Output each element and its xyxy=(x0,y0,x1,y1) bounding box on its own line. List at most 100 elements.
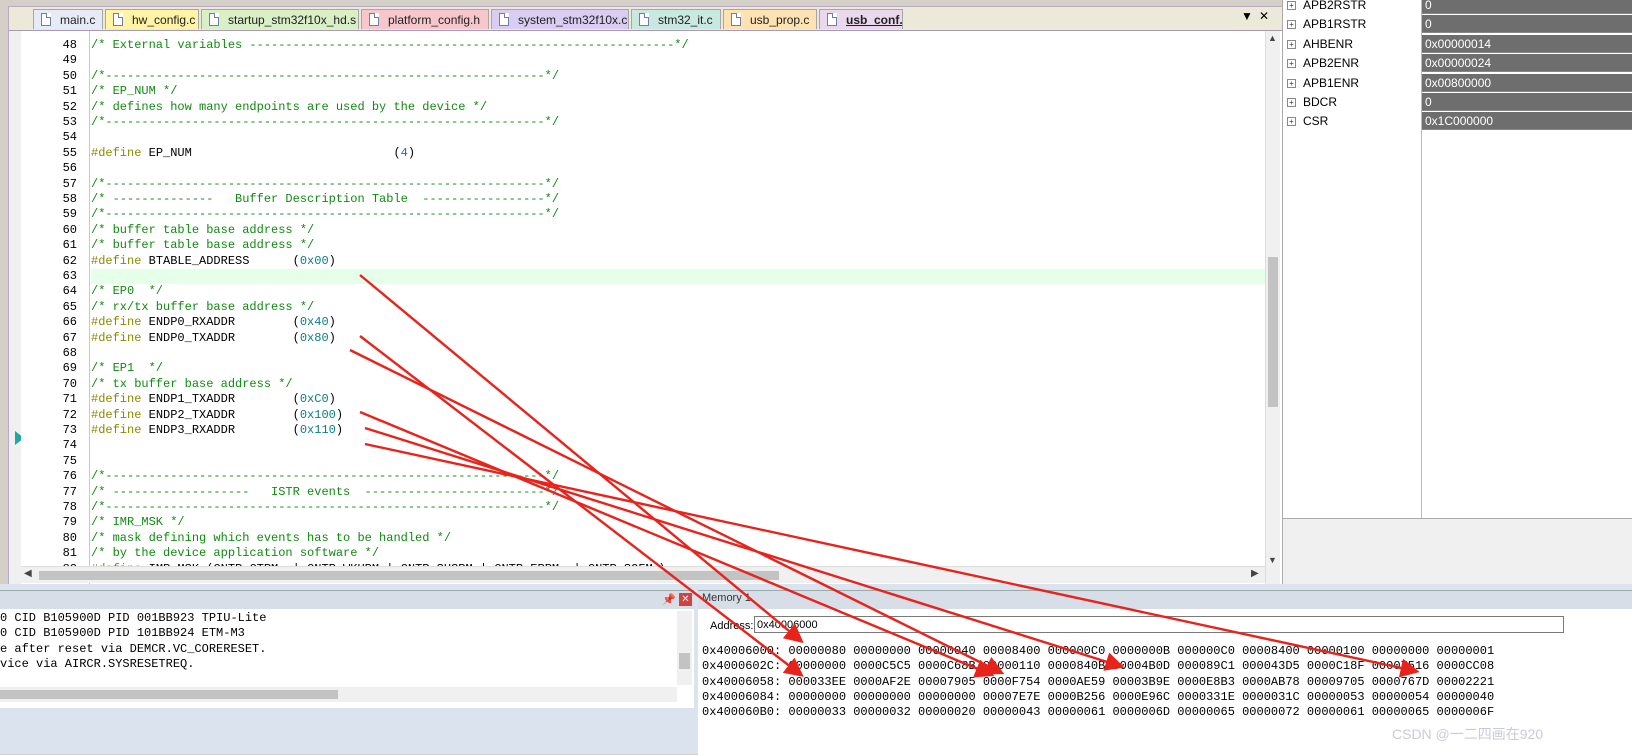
code-line[interactable]: /* rx/tx buffer base address */ xyxy=(91,300,1265,315)
code-line[interactable] xyxy=(91,53,1265,68)
memory-word: 000000C0 xyxy=(1047,644,1106,658)
close-icon[interactable]: ✕ xyxy=(679,593,692,606)
line-number: 58 xyxy=(62,192,77,206)
register-row-ahbenr[interactable]: + AHBENR 0x00000014 xyxy=(1283,34,1632,54)
code-line[interactable]: #define ENDP0_TXADDR (0x80) xyxy=(91,331,1265,346)
tab-system-stm32f10x-c[interactable]: system_stm32f10x.c xyxy=(491,9,629,29)
code-line[interactable]: #define BTABLE_ADDRESS (0x00) xyxy=(91,254,1265,269)
code-line[interactable]: /* -------------- Buffer Description Tab… xyxy=(91,192,1265,207)
memory-row[interactable]: 0x40006058: 000033EE 0000AF2E 00007905 0… xyxy=(702,675,1494,689)
memory-row[interactable]: 0x40006000: 00000080 00000000 00000040 0… xyxy=(702,644,1494,658)
scroll-down-icon[interactable]: ▼ xyxy=(1268,555,1277,565)
register-value[interactable]: 0x00800000 xyxy=(1422,73,1632,92)
code-line[interactable]: /*--------------------------------------… xyxy=(91,500,1265,515)
code-line[interactable]: /* defines how many endpoints are used b… xyxy=(91,100,1265,115)
code-text: ENDP1_TXADDR xyxy=(141,392,293,407)
code-line[interactable]: /* buffer table base address */ xyxy=(91,238,1265,253)
expand-icon[interactable]: + xyxy=(1287,117,1296,127)
editor-hscroll-thumb[interactable] xyxy=(39,571,779,580)
code-line[interactable]: /* EP1 */ xyxy=(91,361,1265,376)
tab-main-c[interactable]: main.c xyxy=(33,9,103,29)
tab-list-dropdown-icon[interactable]: ▼ xyxy=(1241,9,1253,23)
code-line[interactable]: #define ENDP2_TXADDR (0x100) xyxy=(91,408,1265,423)
memory-row[interactable]: 0x40006084: 00000000 00000000 00000000 0… xyxy=(702,690,1494,704)
code-line[interactable] xyxy=(91,438,1265,453)
code-line[interactable] xyxy=(91,269,1265,285)
line-number: 56 xyxy=(62,161,77,176)
code-line[interactable]: /* EP0 */ xyxy=(91,284,1265,299)
memory-word: 00007E7E xyxy=(982,689,1041,704)
register-value[interactable]: 0x1C000000 xyxy=(1422,112,1632,131)
expand-icon[interactable]: + xyxy=(1287,39,1296,49)
memory-row[interactable]: 0x400060B0: 00000033 00000032 00000020 0… xyxy=(702,705,1494,719)
code-line[interactable]: /*--------------------------------------… xyxy=(91,69,1265,84)
expand-icon[interactable]: + xyxy=(1287,59,1296,69)
code-line[interactable]: #define ENDP3_RXADDR (0x110) xyxy=(91,423,1265,438)
code-comment: /*--------------------------------------… xyxy=(91,500,560,514)
pin-icon[interactable]: 📌 xyxy=(662,593,676,606)
register-value[interactable]: 0 xyxy=(1422,15,1632,34)
editor-vertical-scrollbar[interactable]: ▲ ▼ xyxy=(1265,31,1280,591)
code-line[interactable]: /* buffer table base address */ xyxy=(91,223,1265,238)
tab-usb-conf-h[interactable]: usb_conf.h xyxy=(819,9,903,29)
register-value[interactable]: 0 xyxy=(1422,93,1632,111)
address-input[interactable]: 0x40006000 xyxy=(754,616,1564,633)
code-line[interactable]: /*--------------------------------------… xyxy=(91,469,1265,484)
editor-vscroll-thumb[interactable] xyxy=(1268,257,1278,407)
register-row-csr[interactable]: + CSR 0x1C000000 xyxy=(1283,112,1632,131)
line-number: 48 xyxy=(62,38,77,52)
scroll-left-icon[interactable]: ◀ xyxy=(24,568,32,579)
expand-icon[interactable]: + xyxy=(1287,78,1296,88)
memory-word: 000033EE xyxy=(788,674,847,689)
scroll-up-icon[interactable]: ▲ xyxy=(1268,33,1277,43)
tab-usb-prop-c[interactable]: usb_prop.c xyxy=(723,9,817,29)
command-hscroll-thumb[interactable] xyxy=(0,690,338,699)
command-horizontal-scrollbar[interactable] xyxy=(0,687,677,702)
expand-icon[interactable]: + xyxy=(1287,20,1296,30)
code-line[interactable]: /* tx buffer base address */ xyxy=(91,377,1265,392)
code-area[interactable]: /* External variables ------------------… xyxy=(91,31,1265,566)
command-vscroll-thumb[interactable] xyxy=(679,653,690,669)
code-line[interactable] xyxy=(91,130,1265,145)
code-line[interactable]: /*--------------------------------------… xyxy=(91,207,1265,222)
code-line[interactable]: /*--------------------------------------… xyxy=(91,115,1265,130)
tab-hw-config-c[interactable]: hw_config.c xyxy=(105,9,199,29)
tab-startup-stm32f10x-hd-s[interactable]: startup_stm32f10x_hd.s xyxy=(201,9,359,29)
code-line[interactable]: #define ENDP0_RXADDR (0x40) xyxy=(91,315,1265,330)
command-output-line: 0 CID B105900D PID 101BB924 ETM-M3 xyxy=(0,626,245,641)
code-line[interactable]: /* IMR_MSK */ xyxy=(91,515,1265,530)
scroll-right-icon[interactable]: ▶ xyxy=(1251,568,1259,579)
memory-row[interactable]: 0x4000602C: 00000000 0000C5C5 0000C68B 0… xyxy=(702,659,1494,673)
code-line[interactable]: /* by the device application software */ xyxy=(91,546,1265,561)
code-line[interactable]: #define EP_NUM (4) xyxy=(91,146,1265,161)
register-row-apb2enr[interactable]: + APB2ENR 0x00000024 xyxy=(1283,54,1632,73)
close-tab-icon[interactable]: ✕ xyxy=(1259,9,1269,23)
register-value[interactable]: 0 xyxy=(1422,0,1632,14)
register-row-apb2rstr[interactable]: + APB2RSTR 0 xyxy=(1283,0,1632,15)
code-line[interactable] xyxy=(91,161,1265,176)
memory-word: 0000331E xyxy=(1177,689,1235,704)
register-row-apb1rstr[interactable]: + APB1RSTR 0 xyxy=(1283,15,1632,34)
memory-word: 00000100 xyxy=(1306,644,1365,658)
code-comment: /* -------------- Buffer Description Tab… xyxy=(91,192,560,206)
register-value[interactable]: 0x00000024 xyxy=(1422,54,1632,73)
register-row-bdcr[interactable]: + BDCR 0 xyxy=(1283,93,1632,112)
code-line[interactable]: #define ENDP1_TXADDR (0xC0) xyxy=(91,392,1265,407)
tab-stm32-it-c[interactable]: stm32_it.c xyxy=(631,9,721,29)
code-comment: /* buffer table base address */ xyxy=(91,238,315,253)
register-value[interactable]: 0x00000014 xyxy=(1422,34,1632,53)
tab-platform-config-h[interactable]: platform_config.h xyxy=(361,9,489,29)
register-row-apb1enr[interactable]: + APB1ENR 0x00800000 xyxy=(1283,73,1632,93)
expand-icon[interactable]: + xyxy=(1287,1,1296,10)
command-vertical-scrollbar[interactable] xyxy=(677,611,692,685)
code-line[interactable]: /* ------------------- ISTR events -----… xyxy=(91,485,1265,500)
code-line[interactable]: /*--------------------------------------… xyxy=(91,177,1265,192)
code-line[interactable]: /* mask defining which events has to be … xyxy=(91,531,1265,546)
code-line[interactable]: /* EP_NUM */ xyxy=(91,84,1265,99)
code-line[interactable] xyxy=(91,346,1265,361)
editor-horizontal-scrollbar[interactable]: ◀ ▶ xyxy=(21,566,1265,583)
address-label: Address: xyxy=(710,620,754,632)
code-line[interactable] xyxy=(91,454,1265,469)
expand-icon[interactable]: + xyxy=(1287,98,1296,107)
code-line[interactable]: /* External variables ------------------… xyxy=(91,38,1265,53)
